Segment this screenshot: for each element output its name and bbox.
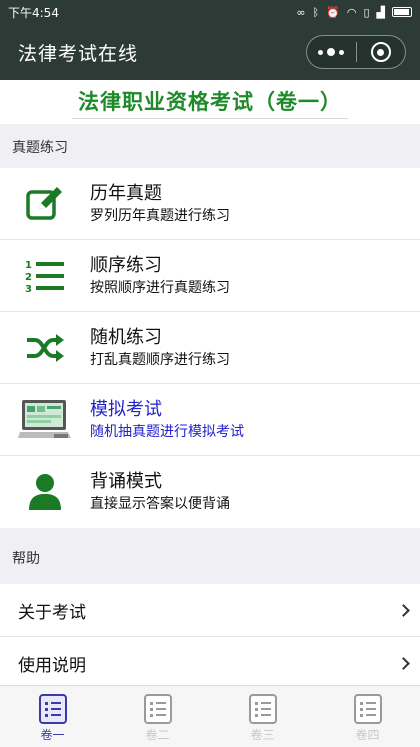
svg-text:3: 3: [25, 284, 32, 294]
practice-item-title: 模拟考试: [90, 398, 162, 420]
exam-title: 法律职业资格考试（卷一）: [72, 86, 348, 119]
help-item-about-exam[interactable]: 关于考试: [0, 584, 420, 637]
tab-label: 卷二: [145, 728, 170, 742]
practice-item-mock-exam[interactable]: 模拟考试 随机抽真题进行模拟考试: [0, 384, 420, 456]
exam-title-bar: 法律职业资格考试（卷一）: [0, 80, 420, 124]
status-icons: ∞ ᛒ ⏰ ◠ ▯ ▟: [296, 7, 412, 18]
shuffle-icon: [0, 312, 90, 384]
list-icon: [38, 694, 67, 724]
chevron-right-icon: [397, 603, 410, 617]
practice-item-random[interactable]: 随机练习 打乱真题顺序进行练习: [0, 312, 420, 384]
more-options-button[interactable]: [307, 48, 356, 56]
practice-item-title: 历年真题: [90, 182, 162, 204]
status-time: 下午4:54: [8, 5, 59, 20]
signal-icon: ▟: [376, 5, 385, 19]
computer-icon: [0, 384, 90, 456]
list-icon: [143, 694, 172, 724]
practice-item-sequential[interactable]: 1 2 3 顺序练习 按照顺序进行真题练习: [0, 240, 420, 312]
battery-icon: [392, 7, 412, 17]
tab-volume-3[interactable]: 卷三: [210, 686, 315, 747]
tab-volume-4[interactable]: 卷四: [315, 686, 420, 747]
svg-text:1: 1: [25, 260, 32, 271]
tab-volume-2[interactable]: 卷二: [105, 686, 210, 747]
tab-label: 卷三: [250, 728, 275, 742]
practice-item-subtitle: 打乱真题顺序进行练习: [90, 351, 230, 368]
practice-item-subtitle: 按照顺序进行真题练习: [90, 279, 230, 296]
help-item-label: 使用说明: [18, 655, 86, 676]
app-title: 法律考试在线: [18, 42, 139, 65]
practice-item-title: 随机练习: [90, 326, 162, 348]
tab-volume-1[interactable]: 卷一: [0, 686, 105, 747]
help-list: 关于考试 使用说明: [0, 584, 420, 690]
section-label-practice: 真题练习: [12, 140, 68, 156]
practice-item-title: 背诵模式: [90, 471, 162, 492]
mini-program-capsule: [306, 35, 406, 69]
practice-item-past-exams[interactable]: 历年真题 罗列历年真题进行练习: [0, 168, 420, 240]
tab-label: 卷四: [355, 728, 380, 742]
status-bar: 下午4:54 ∞ ᛒ ⏰ ◠ ▯ ▟: [0, 0, 420, 24]
help-item-instructions[interactable]: 使用说明: [0, 637, 420, 690]
practice-item-title: 顺序练习: [90, 254, 162, 276]
practice-item-recite[interactable]: 背诵模式 直接显示答案以便背诵: [0, 456, 420, 528]
practice-item-subtitle: 直接显示答案以便背诵: [90, 496, 230, 512]
practice-list: 历年真题 罗列历年真题进行练习 1 2 3 顺序练习 按照顺序进行真题练习 随机…: [0, 168, 420, 528]
chevron-right-icon: [397, 656, 410, 670]
help-item-label: 关于考试: [18, 602, 86, 623]
nav-bar: 法律考试在线: [0, 24, 420, 80]
alarm-icon: ⏰: [326, 5, 340, 19]
practice-item-subtitle: 罗列历年真题进行练习: [90, 207, 230, 224]
section-label-help: 帮助: [12, 551, 40, 567]
link-icon: ∞: [296, 5, 306, 19]
edit-icon: [0, 168, 90, 240]
list-icon: [248, 694, 277, 724]
user-icon: [0, 456, 90, 528]
numbered-list-icon: 1 2 3: [0, 240, 90, 312]
practice-item-subtitle: 随机抽真题进行模拟考试: [90, 423, 244, 440]
tab-label: 卷一: [40, 728, 65, 742]
close-mini-program-button[interactable]: [357, 42, 406, 62]
svg-text:2: 2: [25, 272, 32, 283]
bluetooth-icon: ᛒ: [312, 5, 320, 19]
tab-bar: 卷一 卷二 卷三 卷四: [0, 685, 420, 747]
no-sim-icon: ▯: [363, 5, 370, 19]
wifi-icon: ◠: [346, 5, 357, 19]
list-icon: [353, 694, 382, 724]
target-icon: [370, 42, 391, 62]
